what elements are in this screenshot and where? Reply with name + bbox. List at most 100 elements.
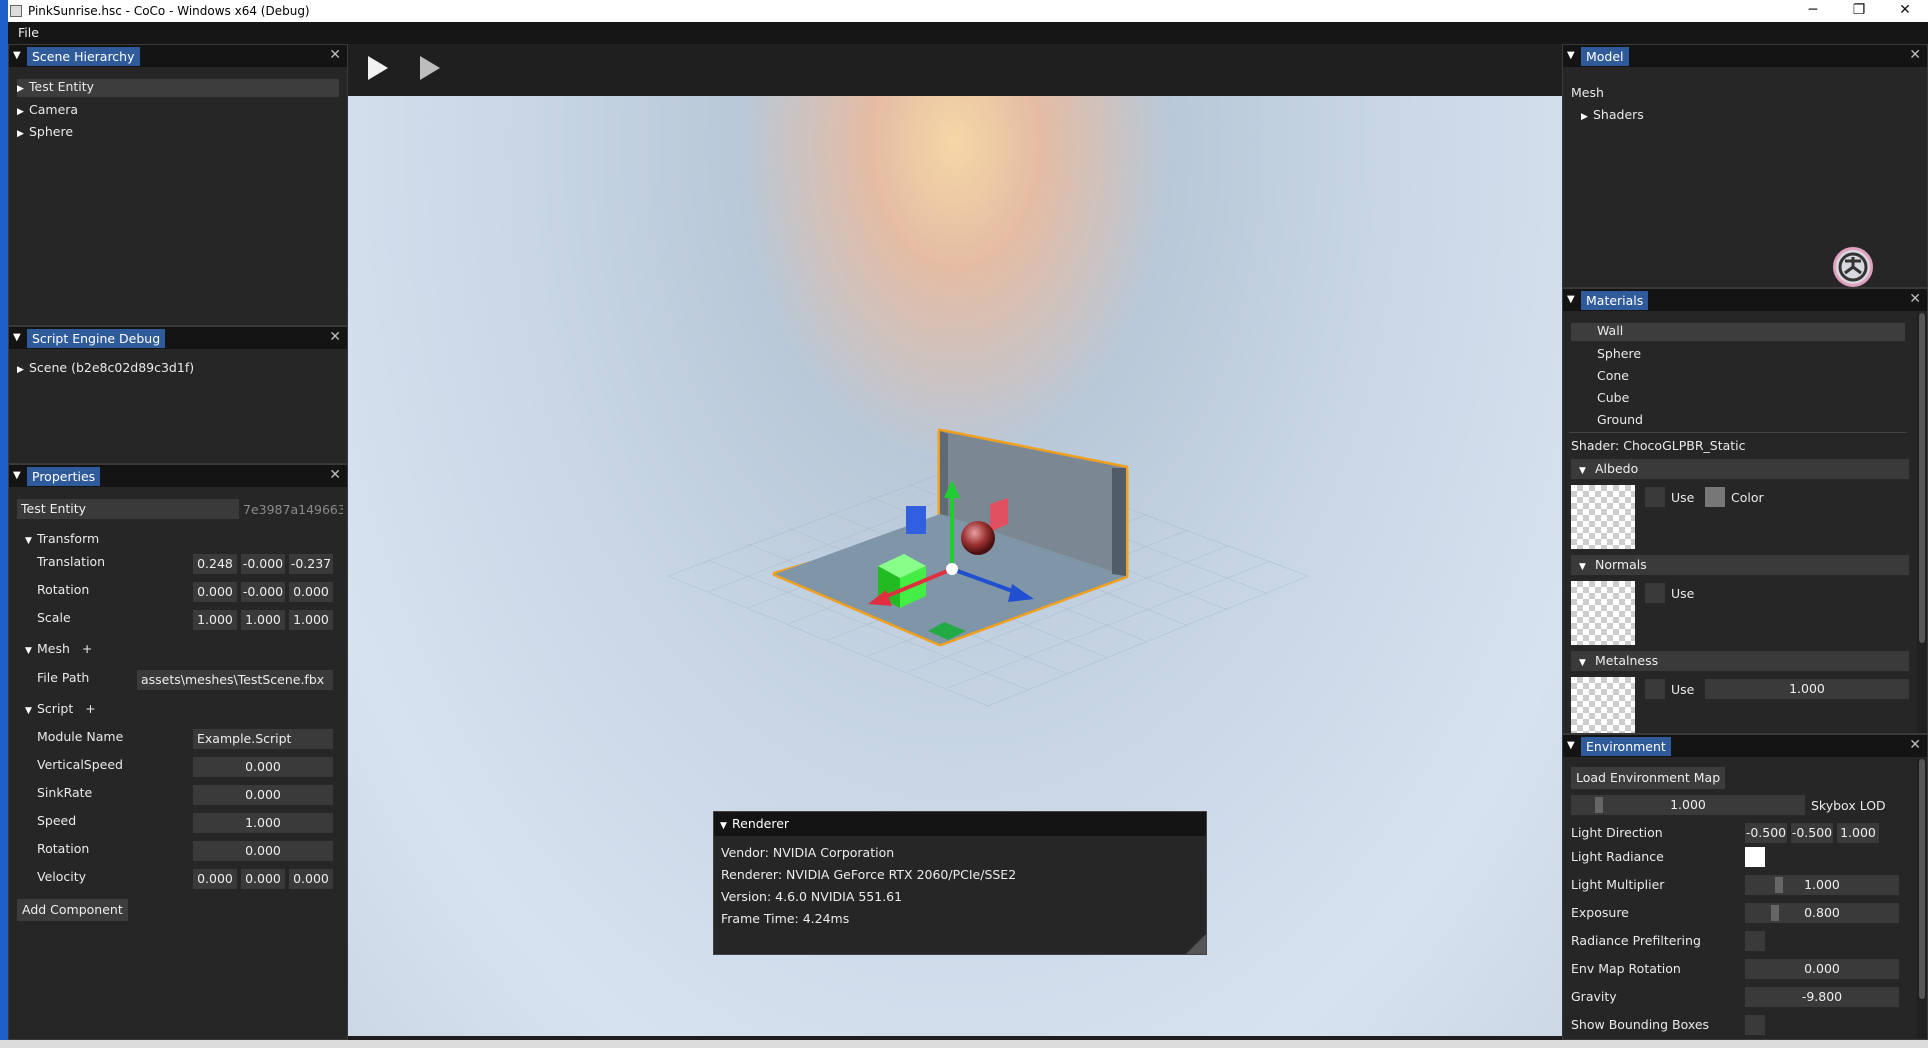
collapse-arrow-icon[interactable]: ▼	[1579, 653, 1591, 673]
collapse-icon[interactable]: ▼	[1567, 51, 1577, 61]
hierarchy-item-sphere[interactable]: ▶ Sphere	[17, 124, 73, 139]
collapse-icon[interactable]: ▼	[1567, 741, 1577, 751]
velocity-z-field[interactable]: 0.000	[289, 869, 333, 889]
material-item-cube[interactable]: Cube	[1597, 390, 1629, 405]
metalness-value-slider[interactable]: 1.000	[1705, 679, 1909, 699]
collapse-arrow-icon[interactable]: ▼	[1579, 557, 1591, 577]
renderer-info-window[interactable]: ▼ Renderer Vendor: NVIDIA Corporation Ren…	[713, 811, 1207, 955]
normals-texture-preview[interactable]	[1571, 581, 1635, 645]
collapse-arrow-icon[interactable]: ▼	[25, 706, 37, 716]
light-direction-z-field[interactable]: 1.000	[1837, 823, 1879, 843]
collapse-icon[interactable]: ▼	[13, 471, 23, 481]
collapse-arrow-icon[interactable]: ▼	[720, 814, 732, 838]
close-icon[interactable]: ✕	[1909, 47, 1921, 63]
materials-scrollbar[interactable]	[1917, 313, 1927, 733]
debug-item-scene[interactable]: ▶ Scene (b2e8c02d89c3d1f)	[17, 360, 194, 375]
scale-y-field[interactable]: 1.000	[241, 610, 285, 630]
material-item-wall[interactable]: Wall	[1571, 323, 1905, 341]
show-bounding-boxes-checkbox[interactable]	[1745, 1015, 1765, 1035]
translation-y-field[interactable]: -0.000	[241, 554, 285, 574]
scale-z-field[interactable]: 1.000	[289, 610, 333, 630]
close-icon[interactable]: ✕	[329, 467, 341, 483]
close-window-button[interactable]: ✕	[1882, 0, 1928, 22]
module-name-input[interactable]: Example.Script	[193, 729, 333, 749]
scrollbar-thumb[interactable]	[1919, 759, 1925, 999]
play-icon[interactable]	[368, 56, 388, 80]
normals-use-checkbox[interactable]	[1645, 583, 1665, 603]
albedo-section[interactable]: ▼ Albedo	[1571, 459, 1909, 479]
panel-title[interactable]: Properties	[27, 466, 101, 486]
expand-arrow-icon[interactable]: ▶	[17, 107, 29, 117]
env-map-rotation-slider[interactable]: 0.000	[1745, 959, 1899, 979]
slider-grab[interactable]	[1775, 877, 1783, 893]
slider-grab[interactable]	[1771, 905, 1779, 921]
expand-arrow-icon[interactable]: ▶	[1581, 112, 1593, 122]
slider-grab[interactable]	[1595, 797, 1603, 813]
collapse-icon[interactable]: ▼	[13, 51, 23, 61]
material-item-sphere[interactable]: Sphere	[1597, 346, 1641, 361]
minimize-button[interactable]: ─	[1790, 0, 1836, 22]
metalness-texture-preview[interactable]	[1571, 677, 1635, 733]
script-rotation-field[interactable]: 0.000	[193, 841, 333, 861]
metalness-use-checkbox[interactable]	[1645, 679, 1665, 699]
restore-button[interactable]: ❐	[1836, 0, 1882, 22]
light-direction-x-field[interactable]: -0.500	[1745, 823, 1787, 843]
renderer-header[interactable]: ▼ Renderer	[714, 812, 1206, 836]
add-script-icon[interactable]: +	[85, 701, 95, 716]
load-environment-map-button[interactable]: Load Environment Map	[1571, 767, 1726, 789]
close-icon[interactable]: ✕	[1909, 291, 1921, 307]
skybox-lod-slider[interactable]: 1.000	[1571, 795, 1805, 815]
collapse-icon[interactable]: ▼	[1567, 295, 1577, 305]
panel-title[interactable]: Script Engine Debug	[27, 328, 166, 348]
resize-grip-icon[interactable]	[1186, 934, 1206, 954]
light-direction-y-field[interactable]: -0.500	[1791, 823, 1833, 843]
gravity-field[interactable]: -9.800	[1745, 987, 1899, 1007]
material-item-ground[interactable]: Ground	[1597, 412, 1643, 427]
entity-name-input[interactable]: Test Entity	[17, 499, 239, 519]
rotation-y-field[interactable]: -0.000	[241, 582, 285, 602]
metalness-section[interactable]: ▼ Metalness	[1571, 651, 1909, 671]
panel-title[interactable]: Model	[1581, 46, 1629, 66]
speed-field[interactable]: 1.000	[193, 813, 333, 833]
script-header[interactable]: ▼ Script +	[25, 701, 96, 716]
collapse-arrow-icon[interactable]: ▼	[25, 536, 37, 546]
normals-section[interactable]: ▼ Normals	[1571, 555, 1909, 575]
close-icon[interactable]: ✕	[329, 329, 341, 345]
environment-scrollbar[interactable]	[1917, 759, 1927, 1039]
translation-z-field[interactable]: -0.237	[289, 554, 333, 574]
hierarchy-item-test-entity[interactable]: ▶ Test Entity	[17, 79, 339, 97]
collapse-arrow-icon[interactable]: ▼	[25, 646, 37, 656]
exposure-slider[interactable]: 0.800	[1745, 903, 1899, 923]
expand-arrow-icon[interactable]: ▶	[17, 84, 29, 94]
close-icon[interactable]: ✕	[1909, 737, 1921, 753]
rotation-x-field[interactable]: 0.000	[193, 582, 237, 602]
mesh-header[interactable]: ▼ Mesh +	[25, 641, 92, 656]
panel-title[interactable]: Environment	[1581, 736, 1671, 756]
panel-title[interactable]: Scene Hierarchy	[27, 46, 140, 66]
hierarchy-item-camera[interactable]: ▶ Camera	[17, 102, 78, 117]
albedo-texture-preview[interactable]	[1571, 485, 1635, 549]
albedo-color-swatch[interactable]	[1705, 487, 1725, 507]
collapse-arrow-icon[interactable]: ▼	[1579, 461, 1591, 481]
velocity-y-field[interactable]: 0.000	[241, 869, 285, 889]
close-icon[interactable]: ✕	[329, 47, 341, 63]
add-component-button[interactable]: Add Component	[17, 899, 128, 921]
menu-file[interactable]: File	[8, 22, 49, 43]
collapse-icon[interactable]: ▼	[13, 333, 23, 343]
expand-arrow-icon[interactable]: ▶	[17, 129, 29, 139]
rotation-z-field[interactable]: 0.000	[289, 582, 333, 602]
albedo-use-checkbox[interactable]	[1645, 487, 1665, 507]
expand-arrow-icon[interactable]: ▶	[17, 365, 29, 375]
sink-rate-field[interactable]: 0.000	[193, 785, 333, 805]
transform-header[interactable]: ▼ Transform	[25, 531, 99, 546]
vertical-speed-field[interactable]: 0.000	[193, 757, 333, 777]
add-mesh-icon[interactable]: +	[82, 641, 92, 656]
translation-x-field[interactable]: 0.248	[193, 554, 237, 574]
material-item-cone[interactable]: Cone	[1597, 368, 1629, 383]
scrollbar-thumb[interactable]	[1919, 313, 1925, 643]
radiance-prefiltering-checkbox[interactable]	[1745, 931, 1765, 951]
file-path-input[interactable]: assets\meshes\TestScene.fbx	[137, 670, 333, 690]
simulate-icon[interactable]	[420, 56, 440, 80]
panel-title[interactable]: Materials	[1581, 290, 1649, 310]
light-radiance-swatch[interactable]	[1745, 847, 1765, 867]
